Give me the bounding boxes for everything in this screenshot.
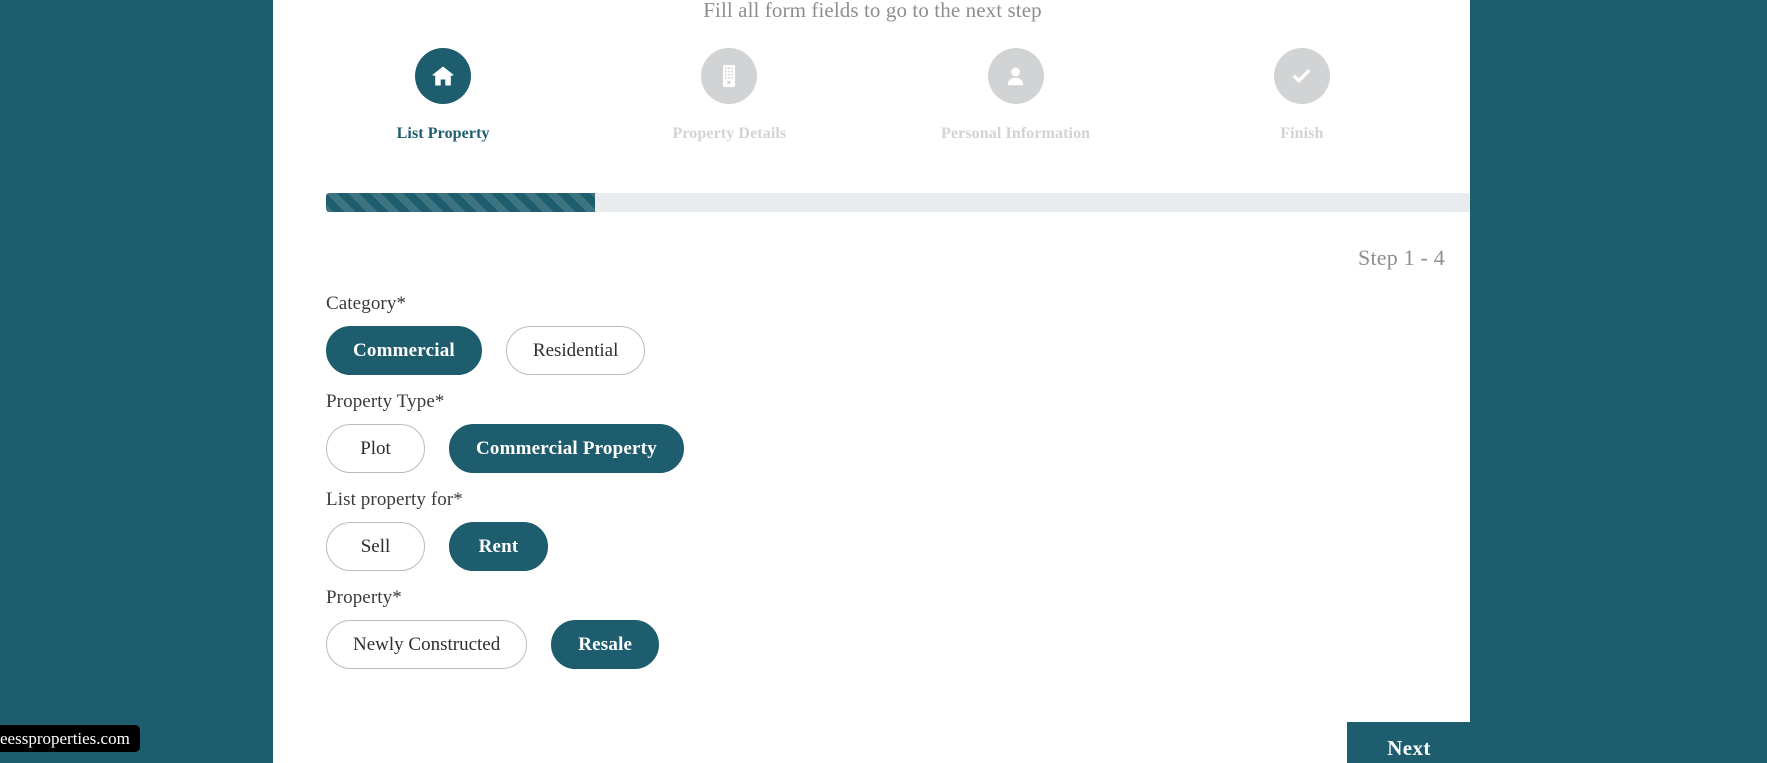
building-icon <box>701 48 758 104</box>
form-fields: Category* Commercial Residential Property T… <box>326 290 1470 682</box>
field-label: List property for* <box>326 489 463 510</box>
stepper-step-label: List Property <box>396 125 490 142</box>
stepper-step-label: Personal Information <box>941 125 1091 142</box>
option-pill[interactable]: Residential <box>505 326 646 375</box>
stepper-step-2[interactable]: Personal Information <box>873 48 1159 143</box>
stepper-step-label: Finish <box>1280 125 1324 142</box>
option-pill[interactable]: Plot <box>326 424 425 473</box>
option-row: Sell Rent <box>326 522 1470 571</box>
option-row: Newly Constructed Resale <box>326 620 1470 669</box>
field-group: Property* Newly Constructed Resale <box>326 584 1470 669</box>
option-pill[interactable]: Rent <box>449 522 548 571</box>
option-pill[interactable]: Sell <box>326 522 425 571</box>
option-pill[interactable]: Resale <box>551 620 660 669</box>
field-label: Category* <box>326 293 407 314</box>
stepper-step-0[interactable]: List Property <box>300 48 586 143</box>
form-panel-inner: Fill all form fields to go to the next s… <box>300 0 1470 763</box>
option-pill[interactable]: Newly Constructed <box>326 620 528 669</box>
field-group: Property Type* Plot Commercial Property <box>326 388 1470 473</box>
check-icon <box>1273 48 1330 104</box>
stepper-step-3[interactable]: Finish <box>1159 48 1445 143</box>
home-icon <box>415 48 472 104</box>
field-label: Property Type* <box>326 391 445 412</box>
form-panel: Fill all form fields to go to the next s… <box>273 0 1470 763</box>
progress-bar-fill <box>326 193 596 212</box>
progress-bar-track <box>326 193 1470 212</box>
option-row: Plot Commercial Property <box>326 424 1470 473</box>
watermark-badge: eessproperties.com <box>0 725 140 752</box>
stepper-step-1[interactable]: Property Details <box>586 48 872 143</box>
field-group: Category* Commercial Residential <box>326 290 1470 375</box>
option-pill[interactable]: Commercial <box>326 326 482 375</box>
form-instruction: Fill all form fields to go to the next s… <box>703 0 1042 22</box>
step-counter: Step 1 - 4 <box>1358 245 1445 270</box>
field-group: List property for* Sell Rent <box>326 486 1470 571</box>
field-label: Property* <box>326 587 402 608</box>
stepper-step-label: Property Details <box>672 125 787 142</box>
progress-stepper: List Property Property Details Personal In… <box>300 48 1445 143</box>
option-pill[interactable]: Commercial Property <box>449 424 684 473</box>
option-row: Commercial Residential <box>326 326 1470 375</box>
next-button[interactable]: Next <box>1347 722 1470 763</box>
user-icon <box>987 48 1044 104</box>
